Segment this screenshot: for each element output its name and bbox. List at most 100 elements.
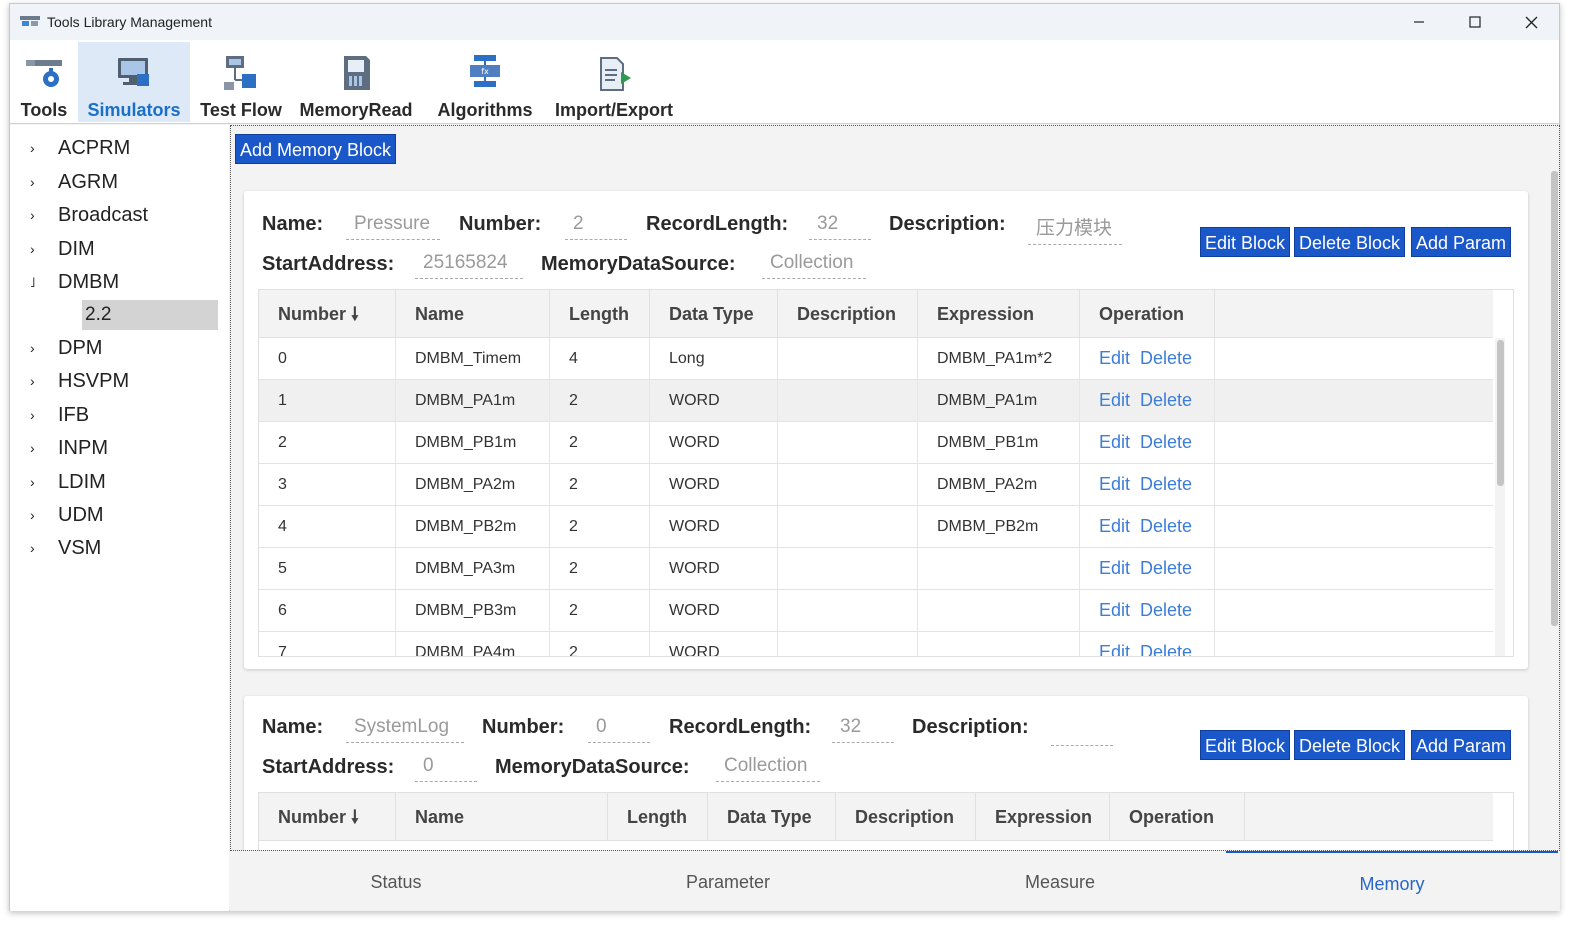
edit-block-button[interactable]: Edit Block [1200,227,1291,257]
add-param-button[interactable]: Add Param [1411,227,1512,257]
toolbar-algorithms[interactable]: fx Algorithms [430,42,540,122]
col-operation[interactable]: Operation [1080,290,1215,338]
table-scrollbar-thumb[interactable] [1497,340,1504,486]
tree-item-acprm[interactable]: › ACPRM [10,133,229,163]
row-delete-link[interactable]: Delete [1140,348,1192,368]
col-data-type[interactable]: Data Type [650,290,778,338]
row-edit-link[interactable]: Edit [1099,348,1130,368]
close-button[interactable] [1508,8,1554,36]
add-param-button[interactable]: Add Param [1411,730,1512,760]
table-row[interactable]: 6 DMBM_PB3m 2 WORD Edit Delete [259,590,1493,632]
tree-item-agrm[interactable]: › AGRM [10,167,229,197]
block-start-address-value: 25165824 [415,252,523,279]
row-edit-link[interactable]: Edit [1099,474,1130,494]
chevron-right-icon[interactable]: › [30,207,44,223]
test-flow-icon [224,56,256,90]
col-number[interactable]: Number 🠗 [259,290,396,338]
toolbar-import-export[interactable]: Import/Export [550,42,678,122]
block-memory-data-source-value: Collection [716,755,820,782]
tab-memory[interactable]: Memory [1226,851,1558,911]
col-length[interactable]: Length [550,290,650,338]
delete-block-button[interactable]: Delete Block [1294,730,1406,760]
chevron-right-icon[interactable]: › [30,373,44,389]
toolbar-test-flow-label: Test Flow [200,100,282,120]
tree-item-vsm[interactable]: › VSM [10,533,229,563]
tree-item-dpm[interactable]: › DPM [10,333,229,363]
tree-item-dim[interactable]: › DIM [10,234,229,264]
maximize-icon [1469,16,1481,28]
minimize-button[interactable] [1396,8,1442,36]
chevron-right-icon[interactable]: › [30,174,44,190]
tree-item-broadcast[interactable]: › Broadcast [10,200,229,230]
edit-block-button[interactable]: Edit Block [1200,730,1291,760]
col-number[interactable]: Number 🠗 [259,793,396,841]
block-name-value: Pressure [346,213,440,240]
row-edit-link[interactable]: Edit [1099,600,1130,620]
tree-item-hsvpm[interactable]: › HSVPM [10,366,229,396]
row-edit-link[interactable]: Edit [1099,432,1130,452]
table-row[interactable]: 3 DMBM_PA2m 2 WORD DMBM_PA2m Edit Delete [259,464,1493,506]
tab-status[interactable]: Status [230,851,562,911]
row-edit-link[interactable]: Edit [1099,516,1130,536]
chevron-right-icon[interactable]: › [30,340,44,356]
chevron-right-icon[interactable]: › [30,241,44,257]
row-delete-link[interactable]: Delete [1140,474,1192,494]
tab-parameter[interactable]: Parameter [562,851,894,911]
chevron-right-icon[interactable]: › [30,540,44,556]
chevron-right-icon[interactable]: › [30,140,44,156]
chevron-expanded-icon[interactable]: ˩ [30,274,44,290]
row-delete-link[interactable]: Delete [1140,516,1192,536]
tree-child-selected[interactable]: 2.2 [82,300,218,330]
col-expression[interactable]: Expression [976,793,1110,841]
table-header: Number 🠗 Name Length Data Type Descripti… [259,290,1493,338]
app-window: Tools Library Management Tools Simulator… [9,3,1560,911]
table-row[interactable]: 0 DMBM_Timem 4 Long DMBM_PA1m*2 Edit Dele… [259,338,1493,380]
row-edit-link[interactable]: Edit [1099,558,1130,578]
toolbar-test-flow[interactable]: Test Flow [196,42,286,122]
tree-item-udm[interactable]: › UDM [10,500,229,530]
table-row[interactable]: 7 DMBM_PA4m 2 WORD Edit Delete [259,632,1493,656]
row-delete-link[interactable]: Delete [1140,390,1192,410]
tree-item-inpm[interactable]: › INPM [10,433,229,463]
table-row[interactable]: 5 DMBM_PA3m 2 WORD Edit Delete [259,548,1493,590]
panel-scrollbar[interactable] [1549,171,1559,671]
col-length[interactable]: Length [608,793,708,841]
col-description[interactable]: Description [778,290,918,338]
row-delete-link[interactable]: Delete [1140,432,1192,452]
tab-measure[interactable]: Measure [894,851,1226,911]
tree-item-ifb[interactable]: › IFB [10,400,229,430]
row-delete-link[interactable]: Delete [1140,642,1192,656]
panel-scrollbar-thumb[interactable] [1551,171,1558,626]
table-row[interactable]: 2 DMBM_PB1m 2 WORD DMBM_PB1m Edit Delete [259,422,1493,464]
col-description[interactable]: Description [836,793,976,841]
chevron-right-icon[interactable]: › [30,440,44,456]
toolbar-tools-label: Tools [20,100,68,120]
col-name[interactable]: Name [396,793,608,841]
row-delete-link[interactable]: Delete [1140,600,1192,620]
toolbar-memory-read-label: MemoryRead [299,100,413,120]
table-scrollbar[interactable] [1495,338,1505,656]
import-export-icon [600,57,631,91]
col-expression[interactable]: Expression [918,290,1080,338]
add-memory-block-button[interactable]: Add Memory Block [235,134,397,164]
table-row[interactable]: 4 DMBM_PB2m 2 WORD DMBM_PB2m Edit Delete [259,506,1493,548]
col-name[interactable]: Name [396,290,550,338]
tree-item-dmbm[interactable]: ˩ DMBM [10,267,229,297]
chevron-right-icon[interactable]: › [30,474,44,490]
memory-block-card: Name: Pressure Number: 2 RecordLength: 3… [244,191,1528,669]
maximize-button[interactable] [1452,8,1498,36]
table-row[interactable]: 1 DMBM_PA1m 2 WORD DMBM_PA1m Edit Delete [259,380,1493,422]
tree-item-ldim[interactable]: › LDIM [10,467,229,497]
toolbar-tools[interactable]: Tools [12,42,76,122]
delete-block-button[interactable]: Delete Block [1294,227,1406,257]
row-edit-link[interactable]: Edit [1099,390,1130,410]
chevron-right-icon[interactable]: › [30,407,44,423]
row-edit-link[interactable]: Edit [1099,642,1130,656]
col-operation[interactable]: Operation [1110,793,1245,841]
col-data-type[interactable]: Data Type [708,793,836,841]
toolbar-simulators[interactable]: Simulators [78,42,190,122]
name-label: Name: [262,213,324,235]
chevron-right-icon[interactable]: › [30,507,44,523]
row-delete-link[interactable]: Delete [1140,558,1192,578]
toolbar-memory-read[interactable]: MemoryRead [296,42,416,122]
